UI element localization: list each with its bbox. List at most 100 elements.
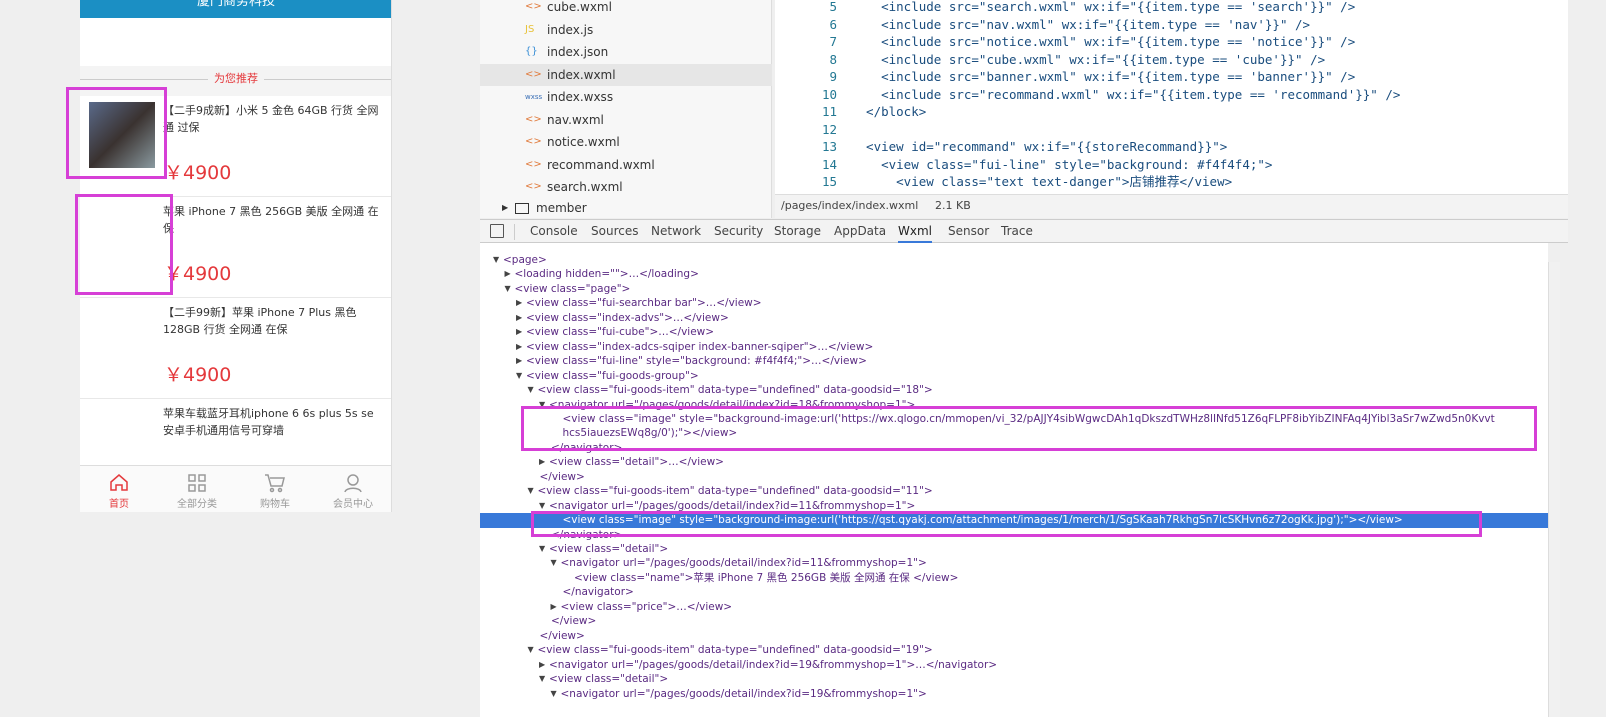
wxml-node[interactable]: </navigator> — [480, 441, 1548, 456]
caret-right-icon: ▶ — [502, 203, 509, 212]
tab-console[interactable]: Console — [530, 220, 578, 243]
caret-down-icon[interactable]: ▼ — [493, 253, 499, 268]
tab-sensor[interactable]: Sensor — [948, 220, 989, 243]
goods-item[interactable]: 【二手9成新】小米 5 金色 64GB 行货 全网通 过保 ￥4900 — [80, 96, 391, 197]
caret-right-icon[interactable]: ▶ — [516, 354, 522, 369]
file-item[interactable]: {} index.json — [480, 41, 772, 63]
caret-down-icon[interactable]: ▼ — [528, 484, 534, 499]
wxml-node[interactable]: </view> — [480, 614, 1548, 629]
caret-right-icon[interactable]: ▶ — [539, 455, 545, 470]
wxml-node[interactable]: </navigator> — [480, 528, 1548, 543]
file-name: index.wxss — [547, 90, 614, 104]
wxml-node[interactable]: <view class="image" style="background-im… — [480, 513, 1548, 528]
caret-right-icon[interactable]: ▶ — [516, 296, 522, 311]
goods-name[interactable]: 【二手99新】苹果 iPhone 7 Plus 黑色 128GB 行货 全网通 … — [163, 304, 384, 338]
goods-image[interactable] — [89, 203, 155, 269]
goods-image[interactable] — [89, 405, 155, 471]
wxml-node[interactable]: hcs5iauezsEWq8g/0');"></view> — [480, 426, 1548, 441]
wxml-node-text: <view class="detail"> — [549, 673, 669, 686]
goods-name[interactable]: 【二手9成新】小米 5 金色 64GB 行货 全网通 过保 — [163, 102, 384, 136]
file-item[interactable]: <> notice.wxml — [480, 131, 772, 153]
goods-name[interactable]: 苹果 iPhone 7 黑色 256GB 美版 全网通 在保 — [163, 203, 384, 237]
wxml-node[interactable]: </view> — [480, 629, 1548, 644]
wxml-node[interactable]: ▼ <view class="fui-goods-item" data-type=… — [480, 484, 1548, 499]
wxml-node[interactable]: ▼ <navigator url="/pages/goods/detail/ind… — [480, 398, 1548, 413]
wxml-node[interactable]: ▶ <view class="fui-cube">…</view> — [480, 325, 1548, 340]
caret-right-icon[interactable]: ▶ — [516, 325, 522, 340]
file-item[interactable]: <> search.wxml — [480, 176, 772, 198]
caret-down-icon[interactable]: ▼ — [505, 282, 511, 297]
wxml-node[interactable]: ▼ <navigator url="/pages/goods/detail/ind… — [480, 556, 1548, 571]
wxml-node[interactable]: ▼ <view class="detail"> — [480, 542, 1548, 557]
caret-right-icon[interactable]: ▶ — [516, 340, 522, 355]
wxml-node[interactable]: ▼ <view class="fui-goods-item" data-type=… — [480, 643, 1548, 658]
tab-trace[interactable]: Trace — [1001, 220, 1033, 243]
wxml-node[interactable]: ▶ <view class="fui-searchbar bar">…</view… — [480, 296, 1548, 311]
tab-wxml[interactable]: Wxml — [898, 220, 932, 243]
caret-right-icon[interactable]: ▶ — [516, 311, 522, 326]
goods-image[interactable] — [89, 102, 155, 168]
file-item[interactable]: <> nav.wxml — [480, 109, 772, 131]
wxml-node[interactable]: ▶ <view class="detail">…</view> — [480, 455, 1548, 470]
wxml-node[interactable]: ▼ <view class="detail"> — [480, 672, 1548, 687]
caret-down-icon[interactable]: ▼ — [551, 556, 557, 571]
wxml-node[interactable]: ▼ <view class="fui-goods-group"> — [480, 369, 1548, 384]
wxml-node-text: <page> — [503, 254, 547, 266]
tab-network[interactable]: Network — [651, 220, 701, 243]
caret-down-icon[interactable]: ▼ — [539, 398, 545, 413]
caret-down-icon[interactable]: ▼ — [528, 643, 534, 658]
caret-right-icon[interactable]: ▶ — [539, 658, 545, 673]
tab-security[interactable]: Security — [714, 220, 763, 243]
wxml-node[interactable]: ▼ <navigator url="/pages/goods/detail/ind… — [480, 687, 1548, 702]
wxml-node[interactable]: ▶ <view class="price">…</view> — [480, 600, 1548, 615]
file-item[interactable]: wxss index.wxss — [480, 86, 772, 108]
wxml-node[interactable]: ▼ <view class="fui-goods-item" data-type=… — [480, 383, 1548, 398]
caret-down-icon[interactable]: ▼ — [528, 383, 534, 398]
wxml-panel: ▼ <page> ▶ <loading hidden="">…</loading> ▼ <… — [480, 243, 1548, 717]
wxml-node[interactable]: <view class="name">苹果 iPhone 7 黑色 256GB … — [480, 571, 1548, 586]
tab-sources[interactable]: Sources — [591, 220, 638, 243]
file-item[interactable]: <> index.wxml — [480, 63, 772, 86]
wxml-node[interactable]: ▶ <view class="index-advs">…</view> — [480, 311, 1548, 326]
goods-item[interactable]: 【二手99新】苹果 iPhone 7 Plus 黑色 128GB 行货 全网通 … — [80, 298, 391, 399]
line-number: 11 — [821, 104, 837, 119]
wxml-node[interactable]: ▶ <view class="index-adcs-sqiper index-ba… — [480, 340, 1548, 355]
scrollbar[interactable] — [1548, 262, 1560, 717]
goods-name[interactable]: 苹果车载蓝牙耳机iphone 6 6s plus 5s se安卓手机通用信号可穿… — [163, 405, 384, 439]
caret-down-icon[interactable]: ▼ — [516, 369, 522, 384]
caret-down-icon[interactable]: ▼ — [551, 687, 557, 702]
caret-right-icon[interactable]: ▶ — [551, 600, 557, 615]
code-text: <include src="banner.wxml" wx:if="{{item… — [851, 69, 1356, 84]
goods-item[interactable]: 苹果 iPhone 7 黑色 256GB 美版 全网通 在保 ￥4900 — [80, 197, 391, 298]
wxml-node-text: <view class="image" style="background-im… — [562, 412, 1495, 425]
tab-appdata[interactable]: AppData — [834, 220, 886, 243]
inspect-element-icon[interactable] — [490, 224, 504, 238]
tab-user[interactable]: 会员中心 — [314, 466, 391, 512]
caret-down-icon[interactable]: ▼ — [539, 672, 545, 687]
wxml-node-text: <view class="fui-goods-item" data-type="… — [537, 384, 933, 397]
wxml-node[interactable]: ▼ <page> — [480, 253, 1548, 268]
wxml-node[interactable]: ▼ <navigator url="/pages/goods/detail/ind… — [480, 499, 1548, 514]
phone-header: 厦门商务科技 — [80, 0, 391, 18]
tab-cart[interactable]: 购物车 — [236, 466, 314, 512]
wxml-node[interactable]: ▶ <view class="fui-line" style="backgroun… — [480, 354, 1548, 369]
file-item[interactable]: <> recommand.wxml — [480, 154, 772, 176]
wxml-node[interactable]: ▶ <navigator url="/pages/goods/detail/ind… — [480, 658, 1548, 673]
tab-storage[interactable]: Storage — [774, 220, 821, 243]
tab-home[interactable]: 首页 — [80, 466, 158, 512]
file-item[interactable]: <> cube.wxml — [480, 0, 772, 18]
wxml-node[interactable]: ▼ <view class="page"> — [480, 282, 1548, 297]
tab-grid[interactable]: 全部分类 — [158, 466, 236, 512]
file-name: cube.wxml — [547, 0, 612, 14]
file-item[interactable]: JS index.js — [480, 19, 772, 41]
caret-down-icon[interactable]: ▼ — [539, 542, 545, 557]
folder-member[interactable]: ▶ member — [480, 197, 772, 219]
caret-right-icon[interactable]: ▶ — [505, 267, 511, 282]
goods-image[interactable] — [89, 304, 155, 370]
wxml-node[interactable]: </view> — [480, 470, 1548, 485]
wxml-node[interactable]: ▶ <loading hidden="">…</loading> — [480, 267, 1548, 282]
wxml-node[interactable]: </navigator> — [480, 585, 1548, 600]
code-editor[interactable]: 5 <include src="search.wxml" wx:if="{{it… — [775, 0, 1568, 194]
caret-down-icon[interactable]: ▼ — [539, 499, 545, 514]
wxml-node[interactable]: <view class="image" style="background-im… — [480, 412, 1548, 427]
